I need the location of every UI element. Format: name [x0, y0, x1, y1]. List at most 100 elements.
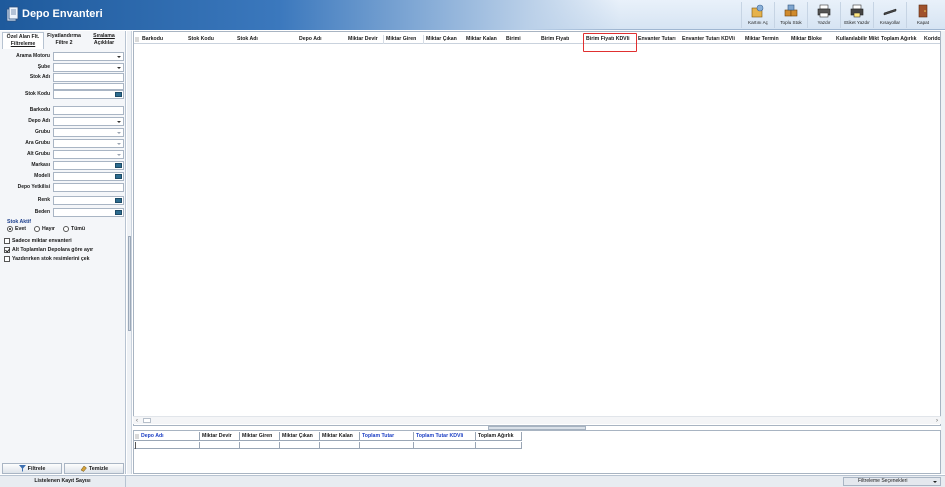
filter-button[interactable]: Filtrele [2, 463, 62, 474]
radio-label: Tümü [70, 226, 86, 232]
grubu-dropdown[interactable] [53, 128, 124, 137]
radio-unchecked-icon[interactable] [62, 226, 69, 232]
warehouse-app-icon [6, 6, 19, 22]
tab-fiyatlandirma-filtre2[interactable]: Fiyatlandırma Filtre 2 [44, 32, 84, 49]
depo-yetkilisi-input[interactable] [53, 183, 124, 192]
tab-siralama-aciklilar[interactable]: Sıralama Açıklılar [84, 32, 124, 49]
bulk-stock-button[interactable]: Toplu Stok [774, 2, 807, 28]
radio-tumu[interactable]: Tümü [62, 226, 86, 232]
lookup-button-icon[interactable] [115, 198, 122, 203]
sum-col-toplam-tutar-kdvli[interactable]: Toplam Tutar KDVli [414, 432, 476, 441]
sum-col-miktar-devir[interactable]: Miktar Devir [200, 432, 240, 441]
col-depo-adi[interactable]: Depo Adı [297, 35, 347, 44]
splitter-grip[interactable] [128, 236, 131, 331]
checkbox-icon[interactable] [4, 238, 10, 244]
panel-splitter[interactable] [127, 31, 132, 474]
col-toplam-agirlik[interactable]: Toplam Ağırlık [879, 35, 922, 44]
sum-col-depo-adi[interactable]: Depo Adı [139, 432, 200, 441]
col-stok-kodu[interactable]: Stok Kodu [186, 35, 235, 44]
filter-row-barkodu: Barkodu [2, 106, 124, 115]
sum-col-miktar-giren[interactable]: Miktar Giren [240, 432, 280, 441]
beden-lookup[interactable] [53, 208, 124, 217]
alt-grubu-dropdown[interactable] [53, 150, 124, 159]
filter-row-arama-motoru: Arama Motoru [2, 52, 124, 61]
renk-lookup[interactable] [53, 196, 124, 205]
sube-dropdown[interactable] [53, 63, 124, 72]
column-chooser-icon[interactable] [135, 37, 139, 42]
checkbox-sadece-miktar[interactable]: Sadece miktar envanteri [4, 238, 72, 244]
lookup-button-icon[interactable] [115, 163, 122, 168]
dropdown-arrow-icon [117, 56, 121, 58]
tab-label-line1: Özel Alan Flt. [6, 34, 40, 40]
lookup-button-icon[interactable] [115, 174, 122, 179]
tab-ozel-alan-filtreleme[interactable]: Özel Alan Flt. Filtreleme [2, 32, 44, 49]
stok-kodu-lookup[interactable] [53, 90, 124, 99]
inventory-grid: Barkodu Stok Kodu Stok Adı Depo Adı Mikt… [133, 31, 941, 426]
lookup-button-icon[interactable] [115, 92, 122, 97]
sum-col-toplam-agirlik[interactable]: Toplam Ağırlık [476, 432, 522, 441]
radio-evet[interactable]: Evet [7, 226, 26, 232]
radio-unchecked-icon[interactable] [33, 226, 40, 232]
col-kullanilabilir-miktar[interactable]: Kullanılabilir Miktar [834, 35, 879, 44]
highlighted-column-box [583, 33, 637, 52]
print-button[interactable]: Yazdır [807, 2, 840, 28]
lookup-button-icon[interactable] [115, 210, 122, 215]
radio-hayir[interactable]: Hayır [33, 226, 55, 232]
filter-label: Beden [34, 209, 50, 215]
checkbox-checked-icon[interactable] [4, 247, 10, 253]
radio-label: Evet [15, 226, 26, 232]
horizontal-scrollbar[interactable]: ‹ › [133, 416, 941, 424]
tab-label-line2: Filtre 2 [55, 39, 73, 46]
col-envanter-tutari-kdvli[interactable]: Envanter Tutarı KDVli [680, 35, 743, 44]
filter-row-depo-yetkilisi: Depo Yetkilisi [2, 183, 124, 192]
col-birim-fiyati[interactable]: Birim Fiyatı [539, 35, 583, 44]
checkbox-stok-resimleri[interactable]: Yazdırırken stok resimlerini çek [4, 256, 90, 262]
sum-col-toplam-tutar[interactable]: Toplam Tutar [360, 432, 414, 441]
col-miktar-kalan[interactable]: Miktar Kalan [464, 35, 504, 44]
col-miktar-cikan[interactable]: Miktar Çıkan [424, 35, 464, 44]
close-button[interactable]: Kapat [906, 2, 939, 28]
checkbox-icon[interactable] [4, 256, 10, 262]
summary-cell[interactable] [476, 442, 522, 449]
depo-adi-dropdown[interactable] [53, 117, 124, 126]
shortcuts-button[interactable]: Kısayollar [873, 2, 906, 28]
stok-adi-input[interactable] [53, 73, 124, 82]
summary-cell[interactable] [414, 442, 476, 449]
label-print-button[interactable]: Etiket Yazdır [840, 2, 873, 28]
ara-grubu-dropdown[interactable] [53, 139, 124, 148]
barkodu-input[interactable] [53, 106, 124, 115]
close-label: Kapat [916, 20, 929, 25]
summary-cell[interactable] [200, 442, 240, 449]
scroll-right-icon[interactable]: › [936, 418, 938, 424]
open-card-button[interactable]: Kartını Aç [741, 2, 774, 28]
filter-row-stok-adi: Stok Adı [2, 73, 124, 82]
scroll-left-icon[interactable]: ‹ [136, 418, 138, 424]
scroll-thumb[interactable] [143, 418, 151, 423]
filter-label: Stok Kodu [25, 91, 50, 97]
col-miktar-devir[interactable]: Miktar Devir [346, 35, 384, 44]
markasi-lookup[interactable] [53, 161, 124, 170]
col-miktar-giren[interactable]: Miktar Giren [384, 35, 424, 44]
col-birimi[interactable]: Birimi [504, 35, 539, 44]
summary-cell[interactable] [139, 442, 200, 449]
radio-checked-icon[interactable] [7, 226, 13, 232]
summary-cell[interactable] [360, 442, 414, 449]
col-miktar-bloke[interactable]: Miktar Bloke [789, 35, 833, 44]
clear-button[interactable]: Temizle [64, 463, 124, 474]
stok-kodu-input[interactable] [53, 83, 124, 90]
col-koridor[interactable]: Koridor [922, 35, 940, 44]
modeli-lookup[interactable] [53, 172, 124, 181]
col-miktar-termin[interactable]: Miktar Termin [743, 35, 789, 44]
col-stok-adi[interactable]: Stok Adı [235, 35, 297, 44]
checkbox-alt-toplamlar[interactable]: Alt Toplamları Depolara göre ayır [4, 247, 93, 253]
sum-col-miktar-cikan[interactable]: Miktar Çıkan [280, 432, 320, 441]
sum-col-miktar-kalan[interactable]: Miktar Kalan [320, 432, 360, 441]
filter-label: Ara Grubu [25, 140, 50, 146]
arama-motoru-dropdown[interactable] [53, 52, 124, 61]
summary-cell[interactable] [280, 442, 320, 449]
summary-cell[interactable] [320, 442, 360, 449]
filter-options-dropdown[interactable]: Filtreleme Seçenekleri [843, 477, 941, 486]
col-barkodu[interactable]: Barkodu [140, 35, 186, 44]
summary-cell[interactable] [240, 442, 280, 449]
col-envanter-tutari[interactable]: Envanter Tutarı [636, 35, 680, 44]
